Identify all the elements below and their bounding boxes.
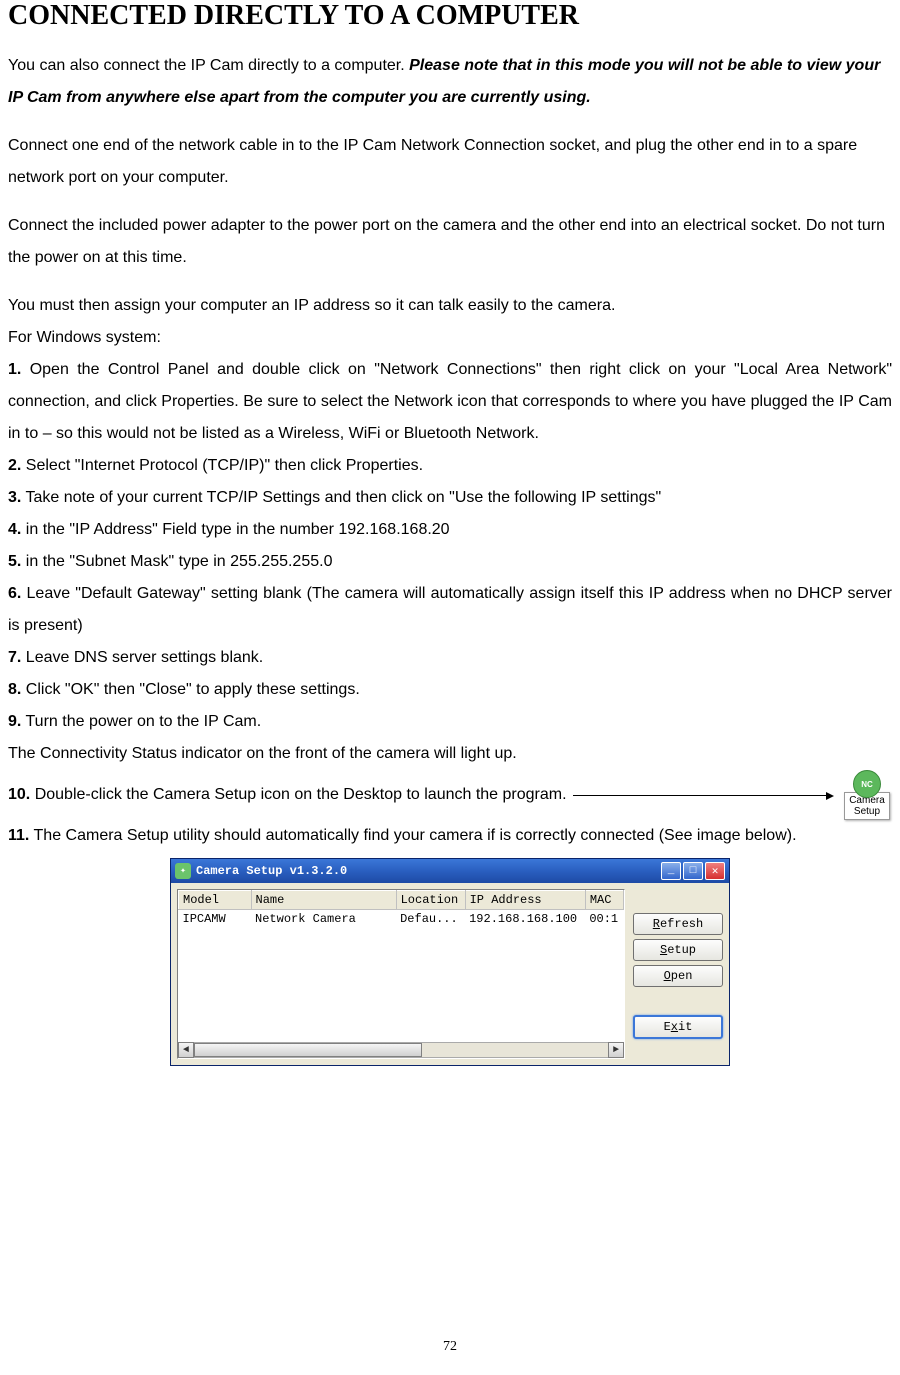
mnemonic: x: [671, 1020, 678, 1034]
step-7: 7. Leave DNS server settings blank.: [8, 642, 892, 674]
refresh-button[interactable]: Refresh: [633, 913, 723, 935]
page-title: CONNECTED DIRECTLY TO A COMPUTER: [8, 0, 892, 32]
step-9b: The Connectivity Status indicator on the…: [8, 738, 892, 770]
app-icon: ✦: [175, 863, 191, 879]
horizontal-scrollbar[interactable]: ◄ ►: [178, 1042, 624, 1058]
page-number: 72: [0, 1339, 900, 1355]
exit-button[interactable]: Exit: [633, 1015, 723, 1039]
minimize-button[interactable]: _: [661, 862, 681, 880]
step-num: 3.: [8, 489, 21, 506]
step-num: 4.: [8, 521, 21, 538]
cell-ip: 192.168.168.100: [465, 910, 585, 929]
camera-table[interactable]: Model Name Location IP Address MAC IPCAM…: [177, 889, 625, 1059]
paragraph-4a: You must then assign your computer an IP…: [8, 290, 892, 322]
button-spacer: [633, 991, 723, 1011]
step-num: 8.: [8, 681, 21, 698]
maximize-button[interactable]: □: [683, 862, 703, 880]
step-11: 11. The Camera Setup utility should auto…: [8, 820, 892, 852]
step-num: 5.: [8, 553, 21, 570]
step-num: 10.: [8, 786, 30, 803]
col-mac[interactable]: MAC: [585, 891, 623, 910]
step-text: Leave DNS server settings blank.: [21, 649, 263, 666]
btn-text: etup: [667, 943, 696, 957]
step-1: 1. Open the Control Panel and double cli…: [8, 354, 892, 450]
paragraph-3: Connect the included power adapter to th…: [8, 210, 892, 274]
step-text: in the "Subnet Mask" type in 255.255.255…: [21, 553, 332, 570]
col-model[interactable]: Model: [179, 891, 252, 910]
step-text: Click "OK" then "Close" to apply these s…: [21, 681, 359, 698]
arrow-icon: [573, 795, 832, 796]
step-num: 9.: [8, 713, 21, 730]
col-name[interactable]: Name: [251, 891, 396, 910]
window-title: Camera Setup v1.3.2.0: [196, 864, 661, 878]
table-header-row: Model Name Location IP Address MAC: [179, 891, 624, 910]
btn-text: E: [664, 1020, 671, 1034]
side-buttons: Refresh Setup Open Exit: [633, 889, 723, 1059]
cell-model: IPCAMW: [179, 910, 252, 929]
step-text: Leave "Default Gateway" setting blank (T…: [8, 585, 892, 634]
nc-badge-icon: NC: [853, 770, 881, 798]
intro-paragraph: You can also connect the IP Cam directly…: [8, 50, 892, 114]
step-num: 7.: [8, 649, 21, 666]
step-text: The Camera Setup utility should automati…: [29, 827, 796, 844]
close-button[interactable]: ✕: [705, 862, 725, 880]
cell-name: Network Camera: [251, 910, 396, 929]
step-2: 2. Select "Internet Protocol (TCP/IP)" t…: [8, 450, 892, 482]
step-3: 3. Take note of your current TCP/IP Sett…: [8, 482, 892, 514]
step-6: 6. Leave "Default Gateway" setting blank…: [8, 578, 892, 642]
cell-location: Defau...: [396, 910, 465, 929]
setup-button[interactable]: Setup: [633, 939, 723, 961]
intro-lead: You can also connect the IP Cam directly…: [8, 57, 409, 74]
step-text: Take note of your current TCP/IP Setting…: [21, 489, 661, 506]
col-ip[interactable]: IP Address: [465, 891, 585, 910]
step-text: Turn the power on to the IP Cam.: [21, 713, 261, 730]
step-10-row: 10. Double-click the Camera Setup icon o…: [8, 770, 892, 820]
step-text: Open the Control Panel and double click …: [8, 361, 892, 442]
camera-list-table: Model Name Location IP Address MAC IPCAM…: [178, 890, 624, 928]
scroll-thumb[interactable]: [194, 1043, 422, 1057]
paragraph-2: Connect one end of the network cable in …: [8, 130, 892, 194]
scroll-right-icon[interactable]: ►: [608, 1042, 624, 1058]
col-location[interactable]: Location: [396, 891, 465, 910]
step-num: 1.: [8, 361, 21, 378]
mnemonic: R: [653, 917, 660, 931]
window-titlebar[interactable]: ✦ Camera Setup v1.3.2.0 _ □ ✕: [171, 859, 729, 883]
cell-mac: 00:1: [585, 910, 623, 929]
scroll-track[interactable]: [194, 1042, 608, 1058]
open-button[interactable]: Open: [633, 965, 723, 987]
step-5: 5. in the "Subnet Mask" type in 255.255.…: [8, 546, 892, 578]
scroll-left-icon[interactable]: ◄: [178, 1042, 194, 1058]
step-9: 9. Turn the power on to the IP Cam.: [8, 706, 892, 738]
table-row[interactable]: IPCAMW Network Camera Defau... 192.168.1…: [179, 910, 624, 929]
paragraph-4b: For Windows system:: [8, 322, 892, 354]
btn-text: pen: [671, 969, 693, 983]
step-num: 11.: [8, 827, 29, 844]
step-num: 6.: [8, 585, 21, 602]
step-text: Select "Internet Protocol (TCP/IP)" then…: [21, 457, 423, 474]
mnemonic: O: [664, 969, 671, 983]
step-text: in the "IP Address" Field type in the nu…: [21, 521, 449, 538]
step-text: Double-click the Camera Setup icon on th…: [30, 786, 566, 803]
step-10: 10. Double-click the Camera Setup icon o…: [8, 779, 567, 811]
step-4: 4. in the "IP Address" Field type in the…: [8, 514, 892, 546]
camera-setup-desktop-icon: NC Camera Setup: [842, 770, 892, 820]
window-body: Model Name Location IP Address MAC IPCAM…: [171, 883, 729, 1065]
camera-setup-window: ✦ Camera Setup v1.3.2.0 _ □ ✕ Model Name…: [170, 858, 730, 1066]
step-num: 2.: [8, 457, 21, 474]
step-8: 8. Click "OK" then "Close" to apply thes…: [8, 674, 892, 706]
desktop-icon-line2: Setup: [845, 806, 889, 817]
btn-text: it: [678, 1020, 692, 1034]
window-buttons: _ □ ✕: [661, 862, 725, 880]
btn-text: efresh: [660, 917, 703, 931]
